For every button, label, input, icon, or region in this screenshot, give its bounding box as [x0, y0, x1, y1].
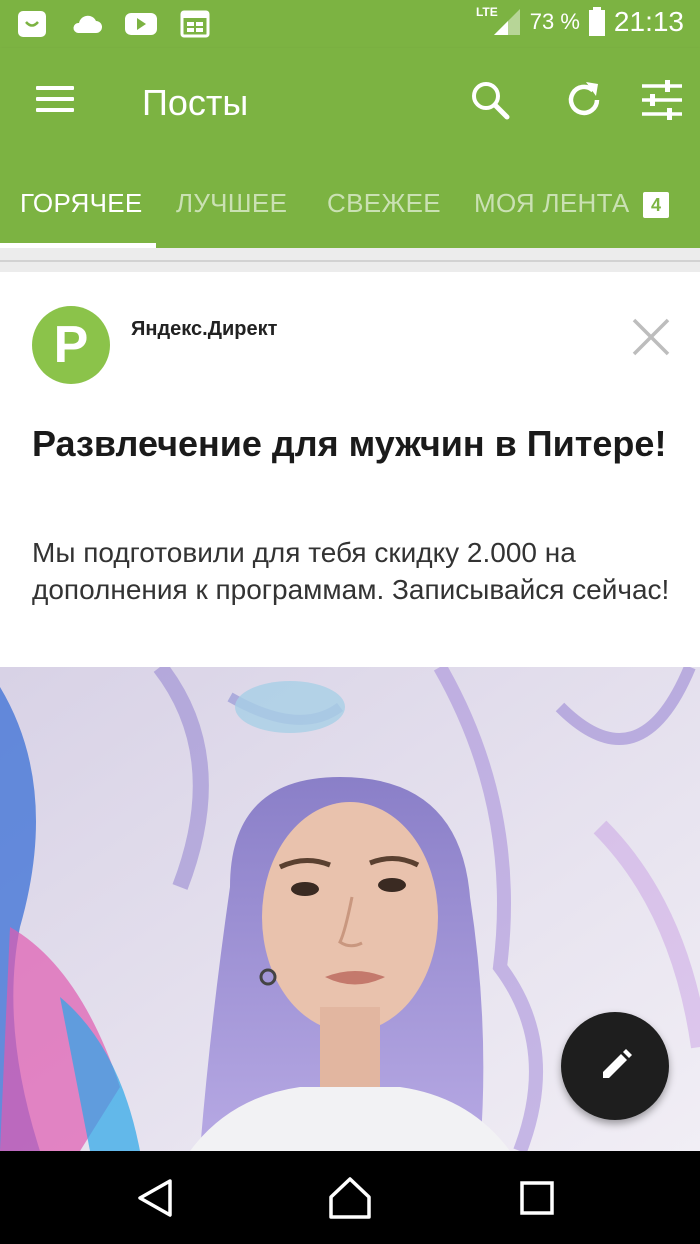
my-feed-badge: 4 [643, 192, 669, 218]
filter-icon[interactable] [640, 78, 684, 122]
tab-my-feed[interactable]: МОЯ ЛЕНТА [474, 188, 630, 219]
ad-text: Мы подготовили для тебя скидку 2.000 на … [32, 537, 670, 605]
back-icon[interactable] [130, 1173, 180, 1223]
ad-source: Яндекс.Директ [131, 318, 278, 340]
create-post-button[interactable] [561, 1012, 669, 1120]
cloud-icon [73, 15, 102, 33]
ad-card[interactable]: P Яндекс.Директ Развлечение для мужчин в… [0, 272, 700, 667]
search-icon[interactable] [468, 78, 512, 122]
page-title: Посты [142, 82, 249, 123]
recents-icon[interactable] [512, 1173, 562, 1223]
tab-bar: ГОРЯЧЕЕ ЛУЧШЕЕ СВЕЖЕЕ МОЯ ЛЕНТА 4 [0, 166, 700, 248]
tab-best[interactable]: ЛУЧШЕЕ [176, 188, 287, 219]
tab-hot[interactable]: ГОРЯЧЕЕ [20, 188, 143, 219]
divider [0, 260, 700, 262]
battery-icon [588, 7, 605, 36]
network-type: LTE [475, 5, 498, 19]
refresh-icon[interactable] [562, 78, 606, 122]
calendar-icon [180, 10, 210, 38]
pencil-icon [603, 1049, 632, 1078]
notification-icons [16, 8, 210, 40]
close-icon[interactable] [628, 314, 674, 360]
shopping-bag-icon [18, 11, 46, 37]
battery-percent: 73 % [529, 9, 580, 34]
tab-fresh[interactable]: СВЕЖЕЕ [327, 188, 441, 219]
status-bar: LTE 73 % 21:13 [0, 0, 700, 48]
home-icon[interactable] [325, 1173, 375, 1223]
system-status: LTE 73 % 21:13 [475, 5, 684, 38]
system-navigation-bar [0, 1151, 700, 1244]
app-bar: Посты ГОРЯЧЕЕ ЛУЧШЕЕ СВЕЖЕЕ МОЯ ЛЕНТА 4 [0, 48, 700, 248]
menu-icon[interactable] [36, 86, 74, 116]
avatar: P [32, 306, 110, 384]
ad-title: Развлечение для мужчин в Питере! [32, 423, 667, 464]
clock: 21:13 [613, 6, 684, 37]
youtube-icon [125, 13, 157, 35]
